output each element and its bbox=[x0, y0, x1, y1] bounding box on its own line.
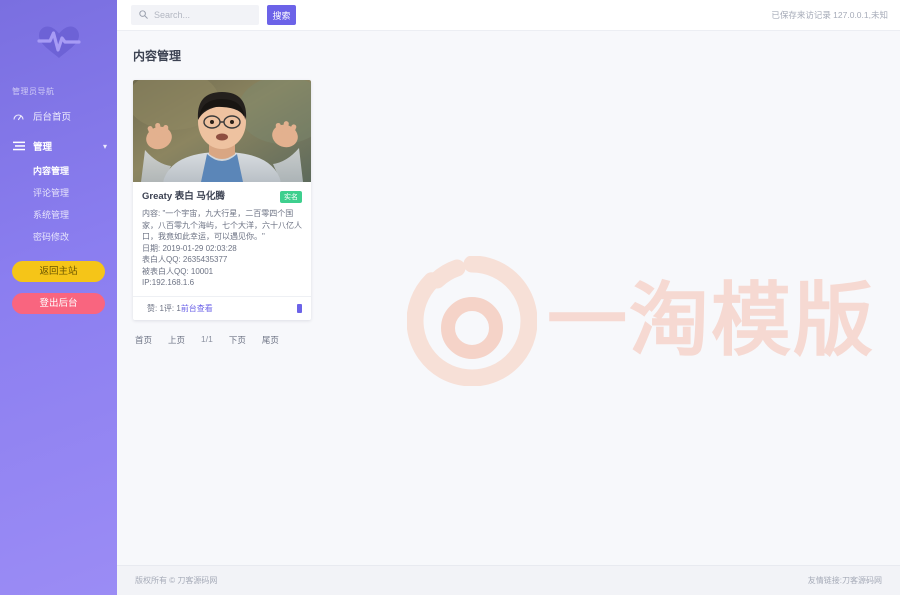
card-ip: IP:192.168.1.6 bbox=[142, 278, 195, 287]
card-sender-qq: 表白人QQ: 2635435377 bbox=[142, 255, 228, 264]
footer-friend-link[interactable]: 友情链接:刀客源码网 bbox=[808, 575, 882, 586]
pagination-first[interactable]: 首页 bbox=[135, 334, 152, 346]
sidebar-item-manage[interactable]: 管理 ▾ bbox=[0, 133, 117, 159]
card-meta: 内容: "一个宇宙，九大行星，二百零四个国家，八百零九个海屿，七个大洋，六十八亿… bbox=[142, 208, 302, 289]
sidebar-item-password-change-label: 密码修改 bbox=[33, 231, 70, 242]
sidebar-group-manage: 管理 ▾ 内容管理 评论管理 系统管理 密码修改 bbox=[0, 133, 117, 247]
card-comments: 评: 1 bbox=[163, 303, 181, 313]
pagination-next[interactable]: 下页 bbox=[229, 334, 246, 346]
topbar: 搜索 已保存来访记录 127.0.0.1,未知 bbox=[117, 0, 900, 31]
admin-page: 管理员导航 后台首页 管理 ▾ 内容管理 评论管理 系统管理 密码修改 返回主站… bbox=[0, 0, 900, 595]
card-content-text: 内容: "一个宇宙，九大行星，二百零四个国家，八百零九个海屿，七个大洋，六十八亿… bbox=[142, 209, 302, 241]
sidebar-logo[interactable] bbox=[0, 0, 117, 72]
sidebar-item-comment-manage-label: 评论管理 bbox=[33, 187, 70, 198]
pagination: 首页 上页 1/1 下页 尾页 bbox=[117, 320, 900, 346]
footer: 版权所有 © 刀客源码网 友情链接:刀客源码网 bbox=[117, 565, 900, 595]
sidebar-actions: 返回主站 登出后台 bbox=[0, 247, 117, 314]
search-icon bbox=[139, 6, 148, 24]
pagination-last[interactable]: 尾页 bbox=[262, 334, 279, 346]
dashboard-icon bbox=[12, 112, 25, 121]
search-field[interactable] bbox=[131, 5, 259, 25]
card-likes: 赞: 1 bbox=[147, 303, 164, 313]
status-badge: 实名 bbox=[280, 191, 302, 203]
search-input[interactable] bbox=[154, 10, 251, 20]
card-header: Greaty 表白 马化腾 实名 bbox=[142, 190, 302, 203]
sidebar-item-content-manage[interactable]: 内容管理 bbox=[0, 159, 117, 181]
list-menu-icon bbox=[12, 141, 25, 151]
card-title: Greaty 表白 马化腾 bbox=[142, 191, 225, 202]
visit-record-status: 已保存来访记录 127.0.0.1,未知 bbox=[771, 10, 888, 20]
search-box: 搜索 bbox=[131, 5, 296, 25]
sidebar-item-manage-label: 管理 bbox=[33, 142, 53, 153]
logout-button[interactable]: 登出后台 bbox=[12, 293, 105, 314]
card-body: Greaty 表白 马化腾 实名 内容: "一个宇宙，九大行星，二百零四个国家，… bbox=[133, 182, 311, 289]
heartbeat-logo-icon bbox=[36, 25, 81, 59]
page-title: 内容管理 bbox=[133, 49, 182, 63]
search-button[interactable]: 搜索 bbox=[267, 5, 296, 25]
content-card[interactable]: Greaty 表白 马化腾 实名 内容: "一个宇宙，九大行星，二百零四个国家，… bbox=[133, 80, 311, 320]
pagination-current: 1/1 bbox=[201, 333, 213, 344]
sidebar-item-comment-manage[interactable]: 评论管理 bbox=[0, 181, 117, 203]
card-receiver-qq: 被表白人QQ: 10001 bbox=[142, 266, 214, 276]
delete-icon[interactable] bbox=[297, 303, 302, 313]
sidebar-item-password-change[interactable]: 密码修改 bbox=[0, 225, 117, 247]
sidebar-item-content-manage-label: 内容管理 bbox=[33, 165, 70, 176]
front-view-link[interactable]: 前台查看 bbox=[181, 303, 213, 314]
pagination-prev[interactable]: 上页 bbox=[168, 334, 185, 346]
sidebar-item-system-manage-label: 系统管理 bbox=[33, 209, 70, 220]
return-home-button[interactable]: 返回主站 bbox=[12, 261, 105, 282]
chevron-down-icon: ▾ bbox=[102, 141, 107, 151]
sidebar-item-system-manage[interactable]: 系统管理 bbox=[0, 203, 117, 225]
sidebar-nav-title: 管理员导航 bbox=[12, 87, 55, 96]
card-list: Greaty 表白 马化腾 实名 内容: "一个宇宙，九大行星，二百零四个国家，… bbox=[117, 64, 900, 320]
sidebar-item-dashboard[interactable]: 后台首页 bbox=[0, 103, 117, 129]
footer-copyright: 版权所有 © 刀客源码网 bbox=[135, 576, 218, 585]
content-area: 一淘模版 内容管理 Greaty 表白 马化腾 实名 内容: "一个宇宙，九大行… bbox=[117, 31, 900, 565]
card-image bbox=[133, 80, 311, 182]
card-date: 日期: 2019-01-29 02:03:28 bbox=[142, 243, 237, 253]
sidebar: 管理员导航 后台首页 管理 ▾ 内容管理 评论管理 系统管理 密码修改 返回主站… bbox=[0, 0, 117, 595]
card-footer: 赞: 1 评: 1 前台查看 bbox=[133, 295, 311, 320]
main-region: 搜索 已保存来访记录 127.0.0.1,未知 一淘模版 内容管理 bbox=[117, 0, 900, 595]
sidebar-item-dashboard-label: 后台首页 bbox=[33, 112, 72, 123]
